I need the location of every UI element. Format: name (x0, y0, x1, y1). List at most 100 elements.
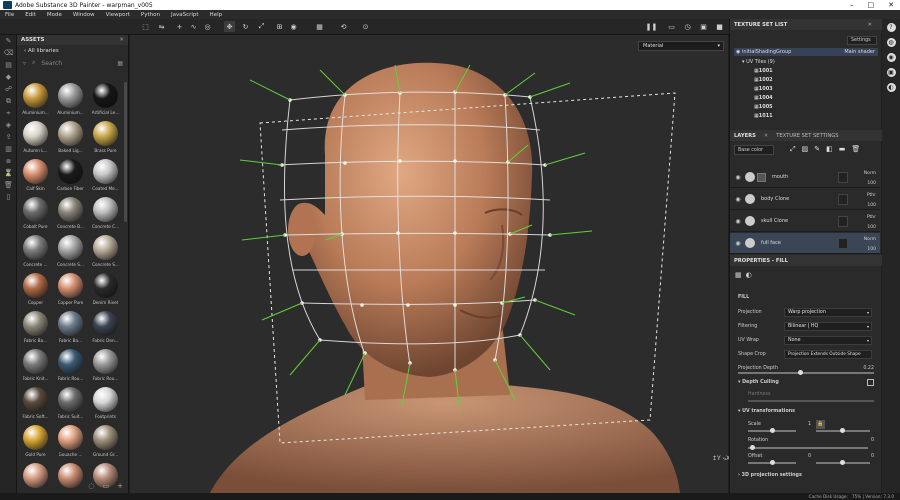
add-icon[interactable]: + (117, 482, 123, 490)
settings-dropdown[interactable]: Settings (847, 36, 877, 45)
shader-settings-icon[interactable]: ◐ (886, 83, 896, 92)
selection-tool-icon[interactable]: ⬚ (140, 21, 151, 32)
record-icon[interactable]: ■ (714, 21, 725, 32)
layer-opacity[interactable]: 100 (867, 225, 876, 230)
material-thumbnail[interactable]: Concrete S... (54, 234, 87, 271)
offset-y-value[interactable]: 0 (871, 454, 874, 459)
smudge-icon[interactable]: ☍ (0, 83, 17, 95)
layer-blend-mode[interactable]: Pthr (867, 215, 876, 220)
rotation-slider[interactable] (748, 445, 868, 450)
camera-tool-icon[interactable]: ◉ (288, 21, 299, 32)
material-thumbnail[interactable]: Baked Lig... (54, 120, 87, 157)
target-icon[interactable]: ⊙ (360, 21, 371, 32)
layer-row[interactable]: ◉ mouth Norm 100 (730, 167, 880, 188)
tab-close-icon[interactable]: ✕ (764, 133, 768, 139)
menu-help[interactable]: Help (210, 12, 223, 18)
snap-icon[interactable]: ⊞ (274, 21, 285, 32)
3d-viewport[interactable]: Material ▾ (130, 35, 728, 493)
material-thumbnail[interactable]: Copper (19, 272, 52, 309)
help-icon[interactable]: ? (886, 23, 896, 32)
material-thumbnail[interactable]: Brass Pure (89, 120, 122, 157)
color-picker-icon[interactable]: ⌖ (0, 107, 17, 119)
slider-knob[interactable] (840, 428, 845, 433)
add-fill-layer-icon[interactable]: ◧ (826, 145, 833, 154)
viewport-mode-icon[interactable]: ▭ (666, 21, 677, 32)
layers-stack-icon[interactable]: ⧈ (0, 155, 17, 167)
grid-icon[interactable]: ▦ (314, 21, 325, 32)
menu-edit[interactable]: Edit (25, 12, 36, 18)
add-mask-icon[interactable]: ▨ (802, 145, 809, 154)
filter-icon[interactable]: ▿ (23, 60, 26, 67)
material-thumbnail[interactable]: Fabric Rou... (54, 348, 87, 385)
polygon-fill-icon[interactable]: ◆ (0, 71, 17, 83)
viewport-material-dropdown[interactable]: Material ▾ (638, 41, 724, 51)
asset-search[interactable]: ▿ ⌕ Search ▦ (17, 57, 128, 69)
delete-layer-icon[interactable]: 🗑 (851, 145, 860, 154)
material-tab-icon[interactable]: ◐ (746, 271, 752, 279)
panel-close-icon[interactable]: ✕ (868, 22, 872, 28)
offset-x-value[interactable]: 0 (808, 454, 811, 459)
texture-set-row[interactable]: ◉ initialShadingGroup Main shader (734, 48, 878, 56)
shapecrop-select[interactable]: Projection Extends Outside Shape (784, 349, 872, 359)
viewport-canvas[interactable] (130, 35, 728, 493)
layer-name[interactable]: full face (761, 240, 781, 246)
uv-tile-row[interactable]: ▦ 1002 (754, 76, 773, 84)
move-tool-icon[interactable]: ✥ (224, 21, 235, 32)
material-thumbnail[interactable]: Fabric Den... (89, 310, 122, 347)
assets-scrollbar[interactable] (124, 82, 127, 222)
eye-icon[interactable]: ◉ (733, 218, 743, 225)
material-thumbnail[interactable]: Concrete B... (54, 196, 87, 233)
bake-icon[interactable]: ◈ (0, 119, 17, 131)
layer-blend-mode[interactable]: Norm (864, 237, 876, 242)
document-icon[interactable]: ▯ (0, 191, 17, 203)
layer-opacity[interactable]: 100 (867, 203, 876, 208)
add-effect-icon[interactable]: ⤢ (790, 145, 796, 154)
projection-icon[interactable]: ▤ (0, 59, 17, 71)
minimize-button[interactable]: – (850, 1, 854, 9)
eye-icon[interactable]: ◉ (733, 240, 743, 247)
material-thumbnail[interactable]: Fabric Ba... (54, 310, 87, 347)
material-thumbnail[interactable]: Concrete S... (89, 234, 122, 271)
add-point-icon[interactable]: + (174, 21, 185, 32)
tab-texture-set-settings[interactable]: TEXTURE SET SETTINGS (776, 133, 838, 139)
layer-mask-slot[interactable] (838, 216, 848, 227)
trash-icon[interactable]: 🗑 (0, 179, 17, 191)
rotation-value[interactable]: 0 (871, 438, 874, 443)
history-icon[interactable]: ⌛ (0, 167, 17, 179)
layer-name[interactable]: skull Clone (761, 218, 788, 224)
projection-select[interactable]: Warp projection ▾ (784, 307, 872, 317)
projection-depth-value[interactable]: 0.22 (863, 366, 874, 371)
projection-depth-slider[interactable] (738, 370, 874, 375)
lock-icon[interactable]: 🔒 (816, 419, 825, 429)
eraser-icon[interactable]: ⌫ (0, 47, 17, 59)
material-thumbnail[interactable]: Gouache ... (54, 424, 87, 461)
curve-tool-icon[interactable]: ∿ (188, 21, 199, 32)
close-button[interactable]: ✕ (888, 1, 894, 9)
layer-blend-info[interactable]: Norm 100 (864, 235, 876, 255)
export-icon[interactable]: ⇪ (0, 131, 17, 143)
material-thumbnail[interactable]: Aluminium... (19, 82, 52, 119)
layer-blend-info[interactable]: Pthr 100 (867, 191, 876, 211)
pause-icon[interactable]: ❚❚ (646, 21, 658, 32)
scale-slider-v[interactable] (816, 428, 870, 433)
menu-viewport[interactable]: Viewport (106, 12, 130, 18)
layer-name[interactable]: mouth (772, 174, 788, 180)
material-thumbnail[interactable]: Fabric Suit... (54, 386, 87, 423)
material-thumbnail[interactable]: Concrete C... (89, 196, 122, 233)
add-paint-layer-icon[interactable]: ✎ (814, 145, 820, 154)
uv-tiles-row[interactable]: ▾ UV Tiles (9) (742, 58, 775, 66)
camera-icon[interactable]: ◷ (682, 21, 693, 32)
rotate-tool-icon[interactable]: ↻ (240, 21, 251, 32)
layer-mask-slot[interactable] (838, 172, 848, 183)
material-thumbnail[interactable]: Fabric Knit... (19, 348, 52, 385)
slider-knob[interactable] (770, 428, 775, 433)
menu-file[interactable]: File (5, 12, 14, 18)
uv-tile-row[interactable]: ▦ 1011 (754, 112, 773, 120)
library-selector[interactable]: ‹ All libraries (17, 45, 128, 57)
material-thumbnail[interactable]: Cobalt Pure (19, 196, 52, 233)
fill-tab-icon[interactable]: ▦ (735, 271, 742, 279)
uv-tile-row[interactable]: ▦ 1004 (754, 94, 773, 102)
layer-opacity[interactable]: 100 (867, 247, 876, 252)
paint-brush-icon[interactable]: ✎ (0, 35, 17, 47)
camera-settings-icon[interactable]: ◉ (886, 53, 896, 62)
